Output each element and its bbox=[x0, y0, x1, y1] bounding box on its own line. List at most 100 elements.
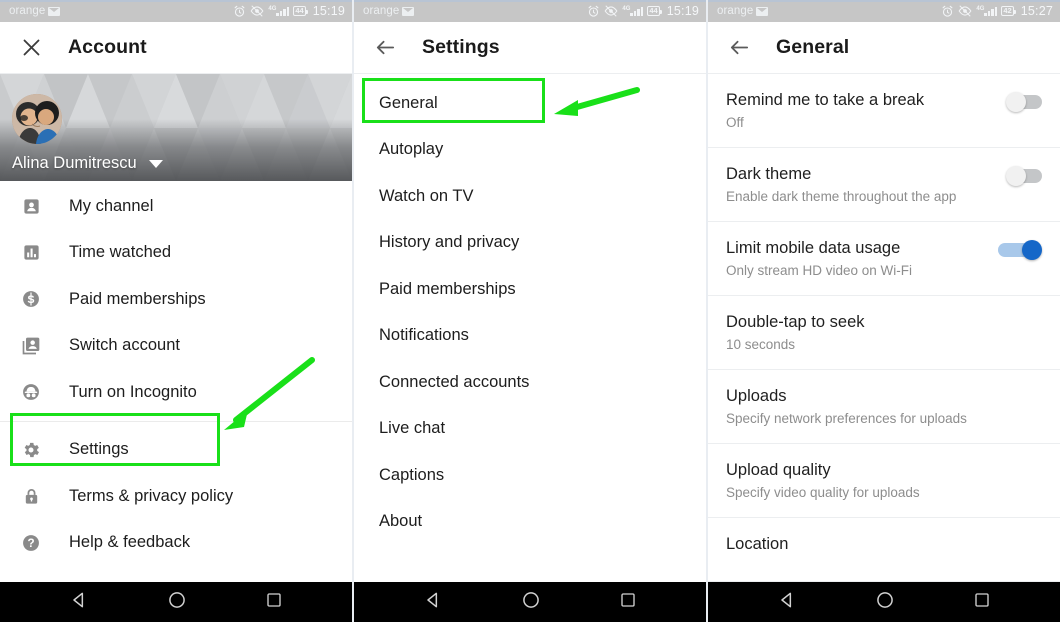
settings-item-label: General bbox=[379, 93, 438, 112]
menu-item-my-channel[interactable]: My channel bbox=[0, 183, 352, 230]
carrier-label: orange bbox=[717, 5, 754, 17]
network-type-label: 4G bbox=[268, 5, 277, 12]
settings-item-general[interactable]: General bbox=[354, 80, 706, 127]
clock-label: 15:19 bbox=[312, 4, 345, 18]
settings-item-autoplay[interactable]: Autoplay bbox=[354, 127, 706, 174]
pref-dark-theme[interactable]: Dark theme Enable dark theme throughout … bbox=[708, 148, 1060, 222]
back-arrow-icon[interactable] bbox=[722, 31, 756, 65]
recents-square-icon[interactable] bbox=[973, 591, 991, 614]
menu-item-settings[interactable]: Settings bbox=[0, 427, 352, 474]
android-nav-bar bbox=[354, 582, 706, 622]
dollar-circle-icon: S bbox=[18, 289, 44, 309]
pref-remind-me-to-take-a-break[interactable]: Remind me to take a break Off bbox=[708, 74, 1060, 148]
home-circle-icon[interactable] bbox=[167, 590, 187, 615]
settings-item-label: About bbox=[379, 512, 423, 531]
settings-list: General Autoplay Watch on TV History and… bbox=[354, 74, 706, 582]
settings-item-connected-accounts[interactable]: Connected accounts bbox=[354, 359, 706, 406]
mail-icon bbox=[756, 6, 769, 16]
menu-item-label: My channel bbox=[69, 196, 154, 215]
signal-icon: 4G bbox=[976, 5, 998, 16]
settings-item-about[interactable]: About bbox=[354, 499, 706, 546]
settings-item-paid-memberships[interactable]: Paid memberships bbox=[354, 266, 706, 313]
back-arrow-icon[interactable] bbox=[368, 31, 402, 65]
avatar[interactable] bbox=[12, 94, 62, 144]
pref-title: Double-tap to seek bbox=[726, 313, 865, 331]
pref-location[interactable]: Location bbox=[708, 518, 1060, 582]
menu-item-switch-account[interactable]: Switch account bbox=[0, 323, 352, 370]
battery-icon: 42 bbox=[1001, 6, 1017, 16]
eye-icon bbox=[250, 5, 264, 17]
menu-item-terms-privacy-policy[interactable]: Terms & privacy policy bbox=[0, 473, 352, 520]
pref-upload-quality[interactable]: Upload quality Specify video quality for… bbox=[708, 444, 1060, 518]
toggle-switch-limit-mobile-data[interactable] bbox=[996, 240, 1042, 261]
menu-item-turn-on-incognito[interactable]: Turn on Incognito bbox=[0, 369, 352, 416]
back-triangle-icon[interactable] bbox=[777, 590, 797, 615]
pref-subtitle: Specify video quality for uploads bbox=[726, 485, 920, 500]
status-bar: orange 4G 44 15:19 bbox=[354, 0, 706, 22]
menu-item-label: Terms & privacy policy bbox=[69, 486, 234, 505]
toggle-thumb bbox=[1006, 92, 1026, 112]
toggle-thumb bbox=[1022, 240, 1042, 260]
settings-item-captions[interactable]: Captions bbox=[354, 452, 706, 499]
signal-icon: 4G bbox=[622, 5, 644, 16]
settings-item-label: History and privacy bbox=[379, 233, 520, 252]
home-circle-icon[interactable] bbox=[875, 590, 895, 615]
eye-icon bbox=[958, 5, 972, 17]
settings-item-label: Connected accounts bbox=[379, 372, 530, 391]
menu-item-time-watched[interactable]: Time watched bbox=[0, 230, 352, 277]
mail-icon bbox=[48, 6, 61, 16]
pref-subtitle: 10 seconds bbox=[726, 337, 796, 352]
app-bar: Settings bbox=[354, 22, 706, 74]
pref-subtitle: Enable dark theme throughout the app bbox=[726, 189, 957, 204]
pref-subtitle: Specify network preferences for uploads bbox=[726, 411, 967, 426]
pref-uploads[interactable]: Uploads Specify network preferences for … bbox=[708, 370, 1060, 444]
account-name-label: Alina Dumitrescu bbox=[12, 154, 137, 172]
panel-general: orange 4G 42 15:27 General Remind me to … bbox=[708, 0, 1060, 622]
settings-item-history-and-privacy[interactable]: History and privacy bbox=[354, 220, 706, 267]
pref-title: Dark theme bbox=[726, 165, 812, 183]
status-icons: 4G 44 15:19 bbox=[587, 4, 699, 18]
pref-double-tap-to-seek[interactable]: Double-tap to seek 10 seconds bbox=[708, 296, 1060, 370]
account-banner: Alina Dumitrescu bbox=[0, 74, 352, 181]
pref-title: Upload quality bbox=[726, 461, 831, 479]
pref-subtitle: Only stream HD video on Wi-Fi bbox=[726, 263, 913, 278]
switch-account-icon bbox=[18, 336, 44, 356]
home-circle-icon[interactable] bbox=[521, 590, 541, 615]
close-icon[interactable] bbox=[14, 31, 48, 65]
settings-item-notifications[interactable]: Notifications bbox=[354, 313, 706, 360]
mail-icon bbox=[402, 6, 415, 16]
toggle-switch-dark-theme[interactable] bbox=[996, 166, 1042, 187]
network-type-label: 4G bbox=[622, 5, 631, 12]
page-title: Account bbox=[68, 36, 147, 58]
recents-square-icon[interactable] bbox=[265, 591, 283, 614]
settings-item-label: Paid memberships bbox=[379, 279, 516, 298]
status-bar: orange 4G 42 15:27 bbox=[708, 0, 1060, 22]
toggle-switch-remind-break[interactable] bbox=[996, 92, 1042, 113]
account-name-row[interactable]: Alina Dumitrescu bbox=[12, 154, 163, 173]
menu-item-label: Help & feedback bbox=[69, 533, 191, 552]
battery-level-label: 44 bbox=[295, 6, 304, 16]
signal-icon: 4G bbox=[268, 5, 290, 16]
pref-text: Location bbox=[726, 533, 1042, 555]
settings-item-watch-on-tv[interactable]: Watch on TV bbox=[354, 173, 706, 220]
menu-item-paid-memberships[interactable]: S Paid memberships bbox=[0, 276, 352, 323]
back-triangle-icon[interactable] bbox=[69, 590, 89, 615]
eye-icon bbox=[604, 5, 618, 17]
back-triangle-icon[interactable] bbox=[423, 590, 443, 615]
menu-item-help-feedback[interactable]: ? Help & feedback bbox=[0, 520, 352, 567]
android-nav-bar bbox=[708, 582, 1060, 622]
help-circle-icon: ? bbox=[18, 533, 44, 553]
network-type-label: 4G bbox=[976, 5, 985, 12]
page-title: General bbox=[776, 36, 850, 58]
alarm-icon bbox=[942, 5, 953, 17]
page-title: Settings bbox=[422, 36, 500, 58]
android-nav-bar bbox=[0, 582, 352, 622]
clock-label: 15:27 bbox=[1020, 4, 1053, 18]
chevron-down-icon[interactable] bbox=[148, 159, 163, 168]
settings-item-live-chat[interactable]: Live chat bbox=[354, 406, 706, 453]
panel-account: orange 4G 44 15:19 Account Alina Dumitre… bbox=[0, 0, 352, 622]
pref-limit-mobile-data-usage[interactable]: Limit mobile data usage Only stream HD v… bbox=[708, 222, 1060, 296]
bar-chart-icon bbox=[18, 243, 44, 262]
recents-square-icon[interactable] bbox=[619, 591, 637, 614]
menu-divider bbox=[0, 420, 352, 422]
